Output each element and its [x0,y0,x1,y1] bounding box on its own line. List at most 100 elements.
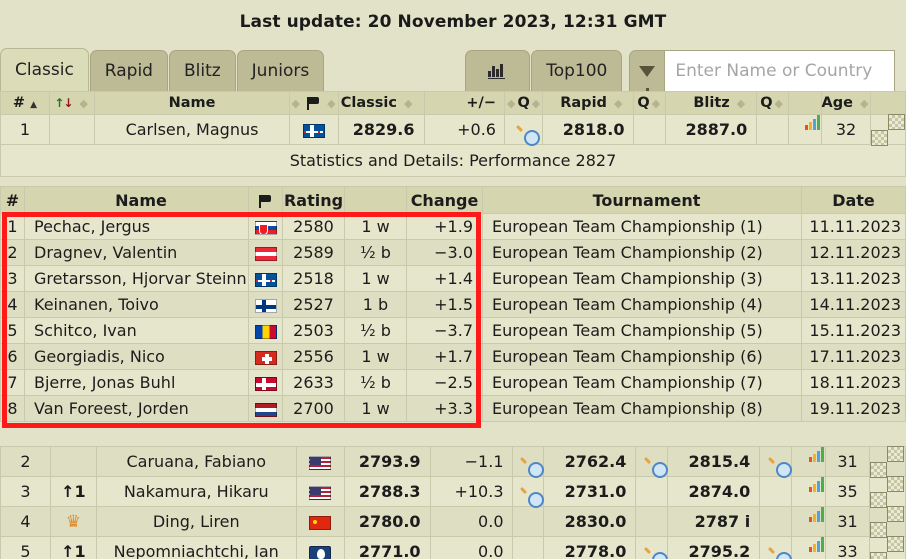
cell-player-name[interactable]: Caruana, Fabiano [95,446,297,477]
detail-row[interactable]: 8 Van Foreest, Jorden 2700 1 w +3.3 Euro… [0,395,906,422]
col-q-rapid[interactable]: Q ◆ [633,91,667,115]
detail-cell-flag [248,369,283,396]
ratings-page: Last update: 20 November 2023, 12:31 GMT… [0,0,906,559]
detail-cell-result: 1 b [344,291,407,318]
cell-board[interactable] [868,476,906,507]
detail-row[interactable]: 6 Georgiadis, Nico 2556 1 w +1.7 Europea… [0,343,906,370]
cell-age: 31 [825,446,870,477]
detail-cell-tournament[interactable]: European Team Championship (6) [482,343,802,370]
detail-row[interactable]: 5 Schitco, Ivan 2503 ½ b −3.7 European T… [0,317,906,344]
sort-glyph: ◆ [736,97,746,110]
cell-q-rapid[interactable] [635,536,669,559]
detail-cell-tournament[interactable]: European Team Championship (3) [482,265,802,292]
col-age[interactable]: Age ◆ [820,91,872,115]
cell-chart[interactable] [791,446,827,477]
cell-player-name[interactable]: Carlsen, Magnus [94,114,290,145]
cell-chart[interactable] [787,114,822,145]
detail-cell-rating: 2527 [282,291,345,318]
detail-row[interactable]: 2 Dragnev, Valentin 2589 ½ b −3.0 Europe… [0,239,906,266]
col-classic-label: Classic [340,95,397,111]
cell-blitz-rating: 2887.0 [665,114,758,145]
detail-cell-tournament[interactable]: European Team Championship (1) [482,213,802,240]
statistics-row[interactable]: Statistics and Details: Performance 2827 [0,144,906,177]
cell-rank-change [49,446,97,477]
detail-cell-date: 14.11.2023 [801,291,906,318]
detail-cell-tournament[interactable]: European Team Championship (2) [482,239,802,266]
cell-board[interactable] [868,446,906,477]
cell-q-rapid[interactable] [635,446,669,477]
tab-blitz[interactable]: Blitz [168,50,236,91]
detail-cell-name[interactable]: Dragnev, Valentin [24,239,249,266]
table-row[interactable]: 1 Carlsen, Magnus 2829.6 +0.6 2818.0 288… [0,114,906,145]
col-classic[interactable]: Classic ◆ [337,91,425,115]
search-input[interactable] [665,50,896,91]
detail-cell-name[interactable]: Keinanen, Toivo [24,291,249,318]
col-rank-change[interactable]: ↑↓ ◆ [48,91,96,115]
cell-chart[interactable] [791,506,827,537]
col-plusminus[interactable]: +/− [423,91,505,115]
cell-player-name[interactable]: Nakamura, Hikaru [95,476,297,507]
last-update-text: Last update: 20 November 2023, 12:31 GMT [239,12,667,32]
col-rank[interactable]: # ▲ [0,91,50,115]
detail-cell-tournament[interactable]: European Team Championship (7) [482,369,802,396]
flag-norway [302,123,325,138]
col-q-blitz[interactable]: Q ◆ [756,91,789,115]
table-row[interactable]: 5 ↑1 Nepomniachtchi, Ian 2771.0 0.0 2778… [0,536,906,559]
cell-board[interactable] [868,536,906,559]
detail-cell-change: −2.5 [406,369,483,396]
tab-top100[interactable]: Top100 [531,50,623,91]
tab-rapid[interactable]: Rapid [89,50,168,91]
detail-cell-rating: 2503 [282,317,345,344]
col-q-classic[interactable]: ◆ Q ◆ [503,91,544,115]
col-rapid[interactable]: Rapid ◆ [542,91,635,115]
tab-juniors[interactable]: Juniors [236,50,325,91]
sort-glyph: ◆ [404,97,413,110]
cell-q-classic[interactable] [511,476,545,507]
detail-cell-name[interactable]: Pechac, Jergus [24,213,249,240]
detail-row[interactable]: 7 Bjerre, Jonas Buhl 2633 ½ b −2.5 Europ… [0,369,906,396]
cell-board[interactable] [868,506,906,537]
detail-cell-date: 12.11.2023 [801,239,906,266]
cell-q-blitz[interactable] [759,446,793,477]
tab-statistics-chart[interactable] [465,50,531,91]
table-row[interactable]: 3 ↑1 Nakamura, Hikaru 2788.3 +10.3 2731.… [0,476,906,507]
cell-chart[interactable] [791,536,827,559]
table-row[interactable]: 4 ♛ Ding, Liren 2780.0 0.0 2830.0 2787 i… [0,506,906,537]
cell-player-name[interactable]: Nepomniachtchi, Ian [95,536,297,559]
detail-cell-date: 18.11.2023 [801,369,906,396]
detail-cell-flag [248,395,283,422]
flag-finland [254,298,277,313]
detail-cell-name[interactable]: Gretarsson, Hjorvar Steinn [24,265,249,292]
cell-classic-rating: 2780.0 [343,506,431,537]
cell-q-blitz[interactable] [759,536,793,559]
cell-q-rapid [635,506,669,537]
detail-cell-tournament[interactable]: European Team Championship (8) [482,395,802,422]
detail-row[interactable]: 4 Keinanen, Toivo 2527 1 b +1.5 European… [0,291,906,318]
cell-board[interactable] [870,114,906,145]
detail-row[interactable]: 3 Gretarsson, Hjorvar Steinn 2518 1 w +1… [0,265,906,292]
detail-cell-name[interactable]: Bjerre, Jonas Buhl [24,369,249,396]
cell-player-name[interactable]: Ding, Liren [95,506,297,537]
detail-cell-result: ½ b [344,239,407,266]
detail-cell-name[interactable]: Van Foreest, Jorden [24,395,249,422]
detail-cell-tournament[interactable]: European Team Championship (5) [482,317,802,344]
col-blitz[interactable]: Blitz ◆ [665,91,758,115]
cell-chart[interactable] [791,476,827,507]
cell-rank-change [48,114,96,145]
detail-row[interactable]: 1 Pechac, Jergus 2580 1 w +1.9 European … [0,213,906,240]
col-rank-label: # [12,95,26,111]
cell-q-classic[interactable] [503,114,544,145]
detail-cell-name[interactable]: Georgiadis, Nico [24,343,249,370]
detail-cell-name[interactable]: Schitco, Ivan [24,317,249,344]
table-row[interactable]: 2 Caruana, Fabiano 2793.9 −1.1 2762.4 28… [0,446,906,477]
cell-q-classic[interactable] [511,446,545,477]
filter-button[interactable] [629,50,666,93]
col-flag[interactable]: ◆ ◆ [288,91,339,115]
col-name[interactable]: Name [94,91,290,115]
detail-cell-tournament[interactable]: European Team Championship (4) [482,291,802,318]
tab-classic-label: Classic [15,60,74,80]
tab-classic[interactable]: Classic [0,48,89,91]
cell-rapid-rating: 2778.0 [543,536,637,559]
detail-cell-rating: 2700 [282,395,345,422]
cell-rapid-rating: 2818.0 [542,114,635,145]
